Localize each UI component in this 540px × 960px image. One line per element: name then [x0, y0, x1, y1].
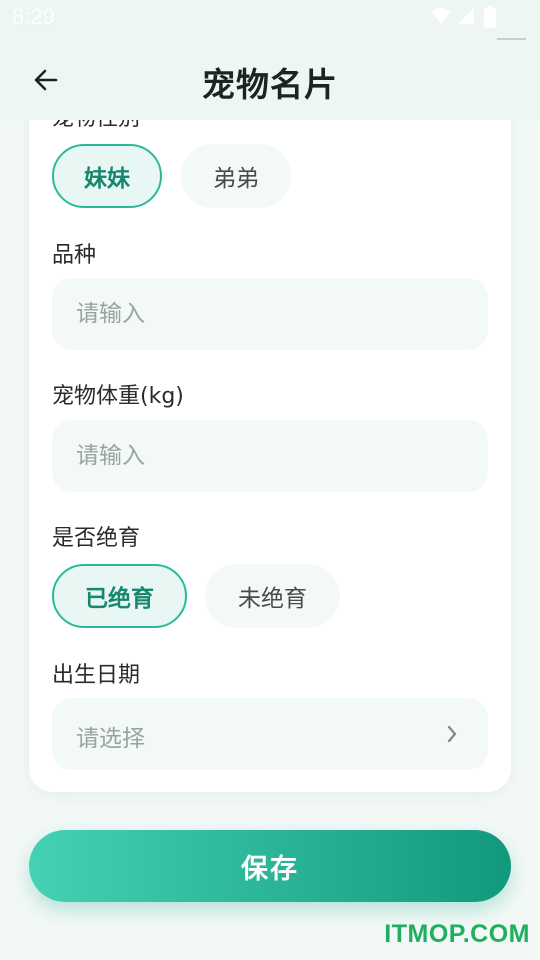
signal-icon [458, 8, 474, 24]
status-icons [430, 6, 500, 28]
save-button[interactable]: 保存 [29, 830, 511, 902]
gender-option-male[interactable]: 弟弟 [181, 144, 291, 208]
wifi-icon [431, 8, 451, 24]
breed-label: 品种 [52, 243, 97, 268]
birthday-select[interactable]: 请选择 [52, 698, 488, 770]
neutered-option-yes[interactable]: 已绝育 [52, 564, 187, 628]
weight-input-box [52, 420, 488, 492]
watermark: ITMOP.COM [384, 920, 530, 948]
birthday-label: 出生日期 [52, 663, 141, 688]
battery-icon [484, 6, 496, 28]
chevron-right-icon [447, 725, 457, 743]
weight-label: 宠物体重(kg) [52, 384, 184, 409]
birthday-placeholder: 请选择 [76, 726, 145, 752]
status-bar: 8:29 4nm [0, 0, 540, 54]
neutered-label: 是否绝育 [52, 526, 141, 551]
neutered-option-no[interactable]: 未绝育 [205, 564, 340, 628]
gender-option-female[interactable]: 妹妹 [52, 144, 162, 208]
app-header: 宠物名片 [0, 40, 540, 120]
weight-input[interactable] [52, 420, 488, 492]
page-title: 宠物名片 [202, 65, 338, 104]
status-time: 8:29 [12, 4, 55, 29]
breed-input-box [52, 278, 488, 350]
breed-input[interactable] [52, 278, 488, 350]
